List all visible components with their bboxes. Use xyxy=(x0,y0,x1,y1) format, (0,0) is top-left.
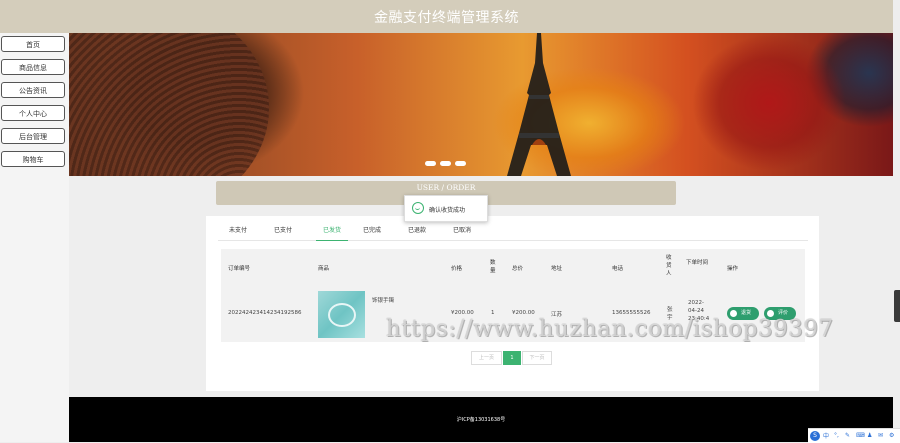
nav-home-button[interactable]: 首页 xyxy=(1,36,65,52)
watermark-text: https://www.huzhan.com/ishop39397 xyxy=(386,316,834,342)
nav-admin-button[interactable]: 后台管理 xyxy=(1,128,65,144)
order-panel: 未支付 已支付 已发货 已完成 已退款 已取消 订单编号 商品 价格 数量 总价… xyxy=(206,216,819,391)
col-header-receiver: 收货人 xyxy=(666,255,672,277)
ime-toolbar: S 中 °, ✎ ⌨ ♟ ✉ ⚙ xyxy=(808,428,900,443)
col-header-product: 商品 xyxy=(318,266,330,272)
tab-completed[interactable]: 已完成 xyxy=(361,226,383,240)
product-name: 饰银手镯 xyxy=(372,298,395,304)
col-header-total: 总价 xyxy=(512,266,524,272)
icp-text: 沪ICP备13031638号 xyxy=(456,417,506,423)
mail-icon[interactable]: ✉ xyxy=(878,432,885,439)
col-header-order-no: 订单编号 xyxy=(228,266,251,272)
banner-book-decoration xyxy=(69,33,269,176)
carousel-dot[interactable] xyxy=(455,161,466,166)
prev-page-button[interactable]: 上一页 xyxy=(471,351,502,365)
order-status-tabs: 未支付 已支付 已发货 已完成 已退款 已取消 xyxy=(218,226,808,241)
carousel-indicator[interactable] xyxy=(425,161,467,168)
nav-news-button[interactable]: 公告资讯 xyxy=(1,82,65,98)
toast-message: 确认收货成功 xyxy=(429,207,466,214)
side-drawer-handle[interactable] xyxy=(894,290,900,322)
ime-mode-label[interactable]: 中 xyxy=(823,431,829,440)
eiffel-tower-image xyxy=(507,33,571,176)
carousel-dot[interactable] xyxy=(425,161,436,166)
punctuation-icon[interactable]: °, xyxy=(834,432,841,439)
tab-shipped[interactable]: 已发货 xyxy=(316,226,348,241)
col-header-phone: 电话 xyxy=(612,266,624,272)
hero-banner-image xyxy=(69,33,893,176)
site-title: 金融支付终端管理系统 xyxy=(374,10,519,26)
next-page-button[interactable]: 下一页 xyxy=(522,351,552,365)
tab-unpaid[interactable]: 未支付 xyxy=(227,226,249,240)
tab-refunded[interactable]: 已退款 xyxy=(406,226,428,240)
product-thumbnail[interactable] xyxy=(318,291,365,338)
tab-paid[interactable]: 已支付 xyxy=(272,226,294,240)
top-header: 金融支付终端管理系统 xyxy=(0,0,893,33)
tab-cancelled[interactable]: 已取消 xyxy=(451,226,473,240)
section-title: USER / ORDER xyxy=(416,183,476,192)
skin-icon[interactable]: ♟ xyxy=(867,432,874,439)
carousel-dot[interactable] xyxy=(440,161,451,166)
ime-logo-icon[interactable]: S xyxy=(810,431,820,441)
col-header-price: 价格 xyxy=(451,266,463,272)
handwriting-icon[interactable]: ✎ xyxy=(845,432,852,439)
nav-products-button[interactable]: 商品信息 xyxy=(1,59,65,75)
settings-icon[interactable]: ⚙ xyxy=(889,432,896,439)
nav-cart-button[interactable]: 购物车 xyxy=(1,151,65,167)
smile-icon xyxy=(412,202,424,214)
col-header-address: 地址 xyxy=(551,266,563,272)
order-number: 20224242341423419258​6 xyxy=(228,310,302,316)
col-header-ops: 操作 xyxy=(727,266,739,272)
page-number-button[interactable]: 1 xyxy=(503,351,521,365)
nav-profile-button[interactable]: 个人中心 xyxy=(1,105,65,121)
keyboard-icon[interactable]: ⌨ xyxy=(856,432,865,439)
page-footer: 沪ICP备13031638号 xyxy=(69,397,893,442)
success-toast: 确认收货成功 xyxy=(404,195,488,222)
col-header-qty: 数量 xyxy=(490,260,496,274)
side-nav: 首页 商品信息 公告资讯 个人中心 后台管理 购物车 xyxy=(0,33,69,442)
col-header-time: 下单时间 xyxy=(686,260,709,266)
